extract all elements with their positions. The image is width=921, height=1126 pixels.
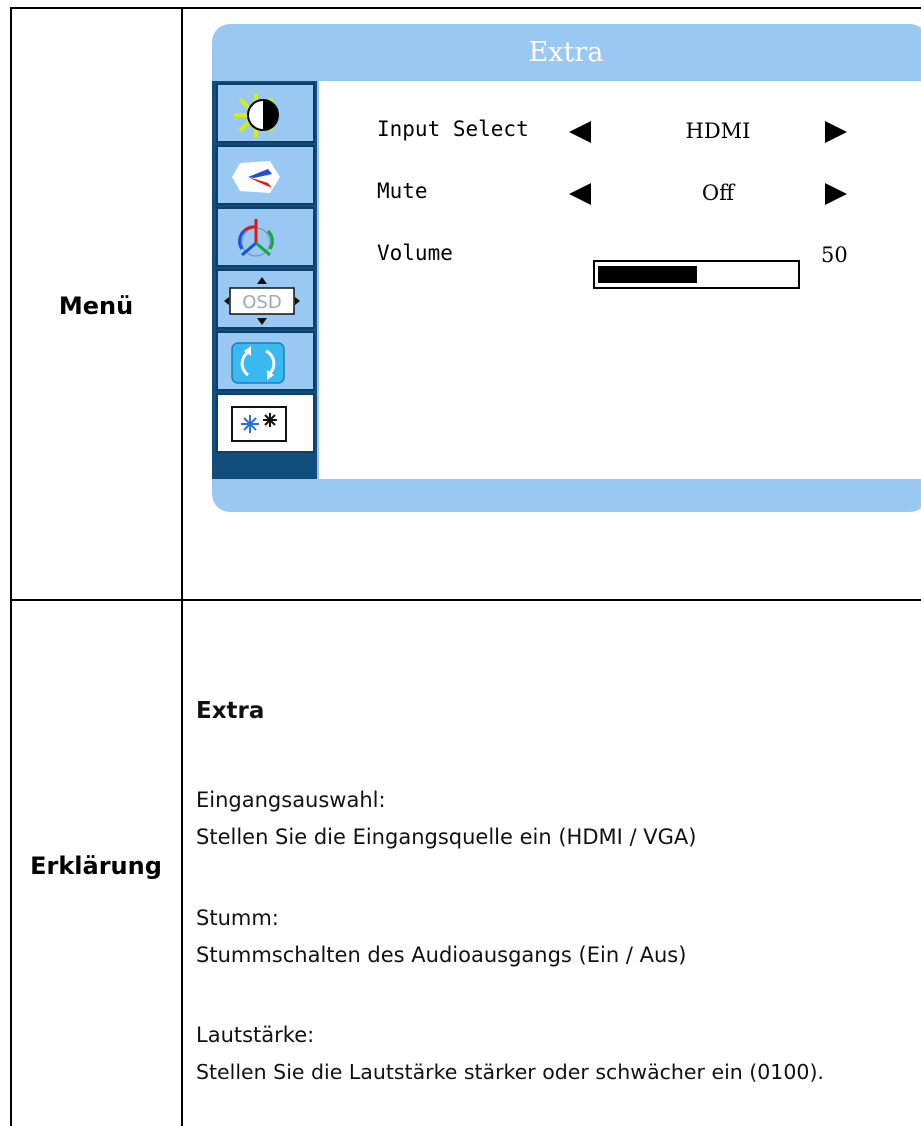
explanation-heading-volume: Lautstärke:	[196, 1023, 315, 1047]
reset-icon	[231, 342, 285, 384]
mute-value: Off	[701, 181, 735, 205]
row-label-explanation: Erklärung	[30, 852, 162, 880]
osd-content-panel: Input Select HDMI Mute Off Volume 50	[319, 81, 921, 479]
osd-icon-label: OSD	[242, 292, 281, 313]
osd-tab-color[interactable]	[216, 207, 315, 267]
extra-icon	[231, 406, 287, 442]
explanation-text-input: Stellen Sie die Eingangsquelle ein (HDMI…	[196, 825, 697, 849]
volume-value: 50	[821, 243, 848, 267]
color-rgb-icon	[238, 219, 274, 257]
osd-tab-brightness[interactable]	[216, 83, 315, 143]
osd-tab-osd[interactable]: OSD	[216, 269, 315, 329]
osd-settings-icon: OSD	[224, 277, 300, 325]
brightness-contrast-icon	[234, 93, 279, 137]
table-left-border	[10, 7, 12, 1126]
volume-slider[interactable]	[593, 260, 800, 289]
mute-label: Mute	[377, 179, 428, 203]
input-select-left-arrow-icon[interactable]	[569, 121, 591, 143]
input-select-right-arrow-icon[interactable]	[825, 121, 847, 143]
osd-menu: Extra OSD Input Select HDMI Mute Off Vol…	[212, 24, 921, 512]
explanation-heading-mute: Stumm:	[196, 906, 279, 930]
osd-tab-extra[interactable]	[216, 393, 315, 453]
osd-title: Extra	[528, 37, 604, 68]
explanation-title: Extra	[196, 698, 265, 724]
osd-sidebar: OSD	[212, 81, 317, 479]
input-select-value: HDMI	[685, 119, 751, 143]
table-column-divider	[181, 7, 183, 1126]
mute-left-arrow-icon[interactable]	[569, 183, 591, 205]
table-row-divider	[10, 599, 921, 601]
volume-label: Volume	[377, 241, 453, 265]
osd-tab-reset[interactable]	[216, 331, 315, 391]
volume-slider-fill	[598, 266, 697, 283]
explanation-heading-input: Eingangsauswahl:	[196, 788, 386, 812]
row-label-menu: Menü	[58, 292, 134, 320]
table-top-border	[10, 7, 921, 9]
input-select-label: Input Select	[377, 117, 529, 141]
mute-right-arrow-icon[interactable]	[825, 183, 847, 205]
explanation-text-mute: Stummschalten des Audioausgangs (Ein / A…	[196, 943, 687, 967]
picture-image-icon	[232, 161, 280, 193]
osd-tab-image[interactable]	[216, 145, 315, 205]
explanation-text-volume: Stellen Sie die Lautstärke stärker oder …	[196, 1060, 824, 1084]
